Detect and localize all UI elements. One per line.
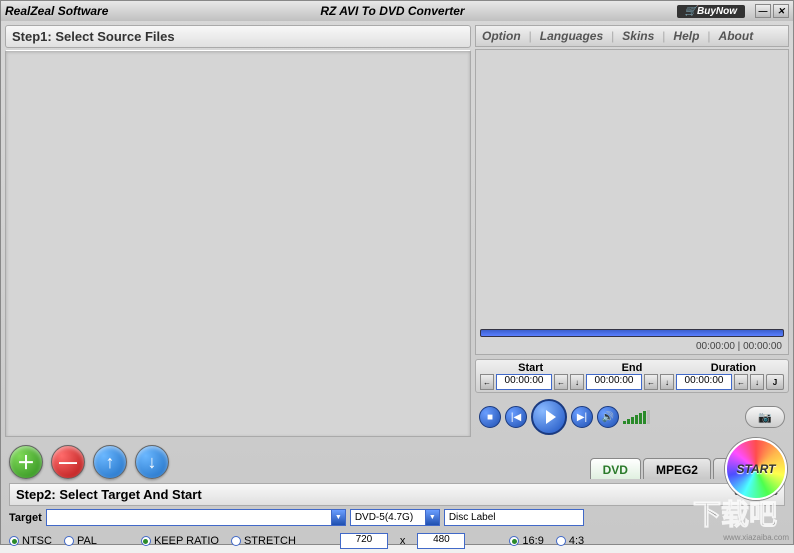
menu-option[interactable]: Option [482, 29, 521, 43]
prev-button[interactable]: |◀ [505, 406, 527, 428]
end-set-icon[interactable]: ↓ [660, 374, 674, 390]
height-input[interactable]: 480 [417, 533, 465, 549]
remove-file-button[interactable]: — [51, 445, 85, 479]
radio-4-3[interactable]: 4:3 [556, 535, 584, 547]
playback-controls: ■ |◀ ▶| 🔊 📷 [475, 397, 789, 437]
tab-dvd[interactable]: DVD [590, 458, 641, 479]
target-row: Target ▼ DVD-5(4.7G) ▼ Disc Label [1, 506, 793, 529]
buy-now-button[interactable]: 🛒BuyNow [677, 5, 745, 18]
trim-start-label: Start [480, 362, 581, 374]
radio-keep-ratio[interactable]: KEEP RATIO [141, 535, 219, 547]
menu-bar: Option| Languages| Skins| Help| About [475, 25, 789, 47]
duration-input[interactable]: 00:00:00 [676, 374, 732, 390]
start-button[interactable]: START [725, 438, 787, 500]
menu-help[interactable]: Help [673, 29, 699, 43]
step1-header: Step1: Select Source Files [5, 25, 471, 48]
close-button[interactable]: ✕ [773, 4, 789, 18]
disc-label-input[interactable]: Disc Label [444, 509, 584, 526]
time-display: 00:00:00 | 00:00:00 [476, 339, 788, 354]
menu-languages[interactable]: Languages [540, 29, 603, 43]
start-time-input[interactable]: 00:00:00 [496, 374, 552, 390]
reset-trim-button[interactable]: J [766, 374, 784, 390]
minimize-button[interactable]: — [755, 4, 771, 18]
dropdown-icon[interactable]: ▼ [425, 510, 439, 525]
source-file-list[interactable] [5, 50, 471, 437]
trim-duration-label: Duration [683, 362, 784, 374]
dimension-x: x [400, 535, 406, 547]
duration-inc-left-icon[interactable]: ← [734, 374, 748, 390]
end-inc-left-icon[interactable]: ← [644, 374, 658, 390]
radio-ntsc[interactable]: NTSC [9, 535, 52, 547]
start-inc-left-icon[interactable]: ← [554, 374, 568, 390]
radio-pal[interactable]: PAL [64, 535, 97, 547]
trim-end-label: End [581, 362, 682, 374]
file-toolbar: ＋ — ↑ ↓ DVD MPEG2 MPEG1 [1, 441, 793, 483]
options-row: NTSC PAL KEEP RATIO STRETCH 720 x 480 16… [1, 529, 793, 553]
trim-panel: Start End Duration ← 00:00:00 ← ↓ 00:00:… [475, 359, 789, 393]
move-down-button[interactable]: ↓ [135, 445, 169, 479]
target-path-combo[interactable]: ▼ [46, 509, 346, 526]
dropdown-icon[interactable]: ▼ [331, 510, 345, 525]
company-name: RealZeal Software [5, 4, 108, 18]
tab-mpeg2[interactable]: MPEG2 [643, 458, 711, 479]
duration-set-icon[interactable]: ↓ [750, 374, 764, 390]
play-button[interactable] [531, 399, 567, 435]
volume-icon[interactable]: 🔊 [597, 406, 619, 428]
width-input[interactable]: 720 [340, 533, 388, 549]
start-set-icon[interactable]: ↓ [570, 374, 584, 390]
stop-button[interactable]: ■ [479, 406, 501, 428]
radio-stretch[interactable]: STRETCH [231, 535, 296, 547]
radio-16-9[interactable]: 16:9 [509, 535, 543, 547]
step2-header: Step2: Select Target And Start 0M / 4.7G [9, 483, 785, 506]
watermark-url: www.xiazaiba.com [723, 533, 789, 542]
seek-slider[interactable] [480, 329, 784, 337]
video-preview: 00:00:00 | 00:00:00 [475, 49, 789, 355]
disc-type-combo[interactable]: DVD-5(4.7G) ▼ [350, 509, 440, 526]
add-file-button[interactable]: ＋ [9, 445, 43, 479]
end-time-input[interactable]: 00:00:00 [586, 374, 642, 390]
snapshot-button[interactable]: 📷 [745, 406, 785, 428]
menu-skins[interactable]: Skins [622, 29, 654, 43]
start-dec-icon[interactable]: ← [480, 374, 494, 390]
target-label: Target [9, 512, 42, 524]
menu-about[interactable]: About [719, 29, 754, 43]
move-up-button[interactable]: ↑ [93, 445, 127, 479]
app-window: RealZeal Software RZ AVI To DVD Converte… [0, 0, 794, 545]
app-title: RZ AVI To DVD Converter [108, 4, 676, 18]
titlebar: RealZeal Software RZ AVI To DVD Converte… [1, 1, 793, 21]
next-button[interactable]: ▶| [571, 406, 593, 428]
volume-meter[interactable] [623, 410, 650, 424]
